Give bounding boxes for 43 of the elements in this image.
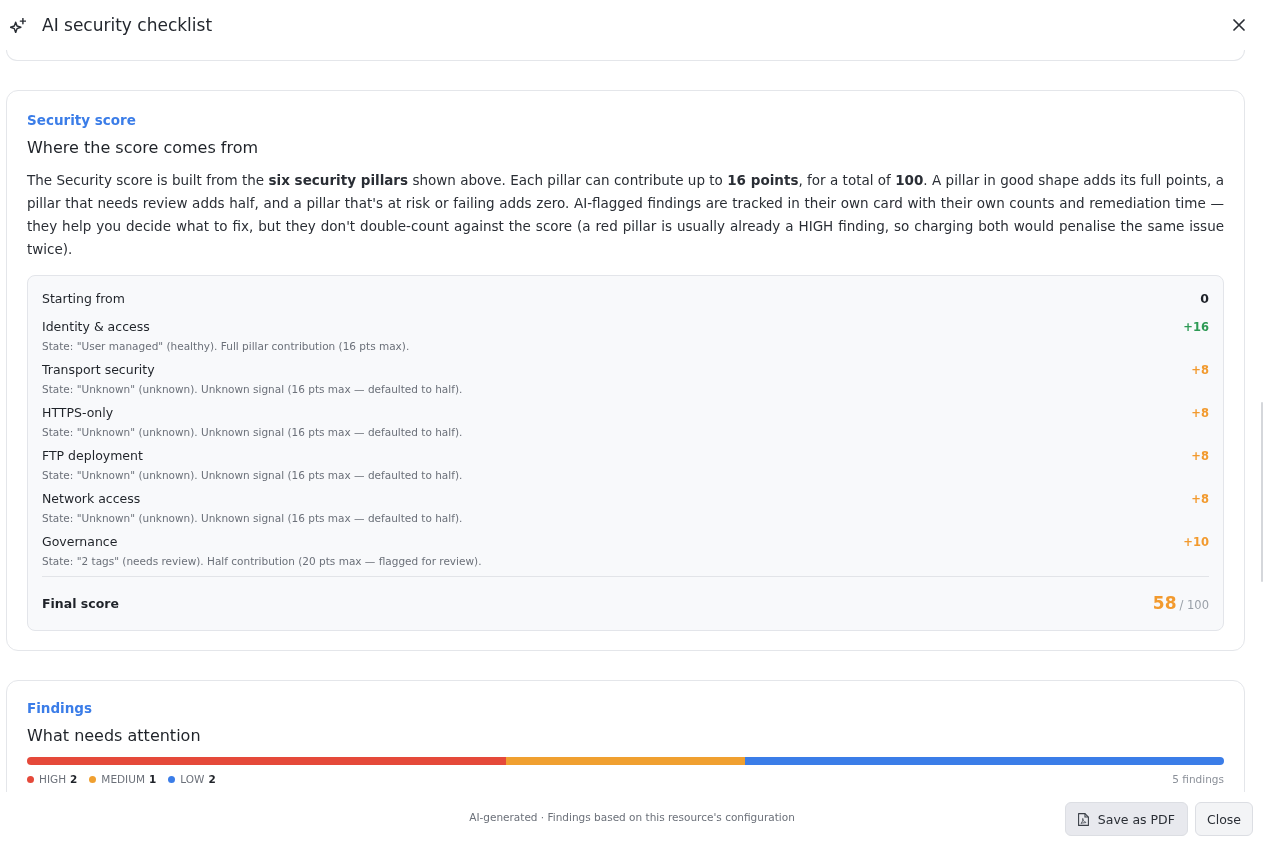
pillar-detail: State: "Unknown" (unknown). Unknown signal (16 pts max — defaulted to half). [42,382,464,397]
close-icon[interactable] [1233,19,1245,31]
pillar-name: Network access [42,490,141,508]
final-score-max: / 100 [1179,598,1209,612]
pillar-points: +8 [1191,449,1209,463]
section-label: Security score [27,111,137,130]
pillar-points: +8 [1191,363,1209,377]
pillar-detail: State: "Unknown" (unknown). Unknown signal (16 pts max — defaulted to half). [42,425,464,440]
severity-label: HIGH [39,772,67,787]
pillar-name: HTTPS-only [42,404,114,422]
breakdown-value: 0 [1200,290,1209,308]
severity-label: MEDIUM [101,772,145,787]
breakdown-label: Starting from [42,290,125,308]
pdf-file-icon [1077,812,1089,826]
pillar-points: +8 [1191,406,1209,420]
pillar-name: Identity & access [42,318,150,336]
pillar-name: FTP deployment [42,447,143,465]
pillar-detail: State: "Unknown" (unknown). Unknown signal (16 pts max — defaulted to half). [42,468,464,483]
section-heading: What needs attention [27,725,202,747]
final-score-value: 58 [1152,593,1177,613]
pillar-name: Transport security [42,361,155,379]
description-text: The Security score is built from the six security pillars shown above. Each pillar can contribute up to 16 points, for a total of 100. A pillar in good shape adds its full points, a pillar that needs review adds half, and a pillar that's at risk or failing adds zero. AI-flagged findings are tracked in their own card with their own counts and remediation time — they help you decide what to fix, but they don't double-count against the score (a red pillar is usually already a HIGH finding, so charging both would penalise the same issue twice). [27,171,1224,259]
severity-count: 2 [208,772,216,787]
pillar-points: +16 [1183,320,1209,334]
pillar-name: Governance [42,533,118,551]
scrollbar-thumb[interactable] [1261,402,1263,582]
severity-count: 1 [148,772,157,787]
save-pdf-button[interactable]: Save as PDF [1064,802,1188,836]
pillar-points: +10 [1183,535,1209,549]
footer-note: AI-generated · Findings based on this resource's configuration [469,810,795,823]
close-button[interactable]: Close [1194,802,1253,836]
pillar-detail: State: "Unknown" (unknown). Unknown signal (16 pts max — defaulted to half). [42,511,464,526]
severity-label: LOW [180,772,205,787]
severity-count: 2 [70,772,78,787]
section-heading: Where the score comes from [27,137,260,159]
final-score-label: Final score [42,595,119,613]
section-label: Findings [27,699,94,718]
pillar-detail: State: "User managed" (healthy). Full pillar contribution (16 pts max). [42,339,411,354]
pillar-points: +8 [1191,492,1209,506]
sparkle-icon [10,17,26,33]
pillar-detail: State: "2 tags" (needs review). Half contribution (20 pts max — flagged for review). [42,554,483,569]
findings-total: 5 findings [1172,772,1224,787]
dialog-title: AI security checklist [42,15,213,35]
